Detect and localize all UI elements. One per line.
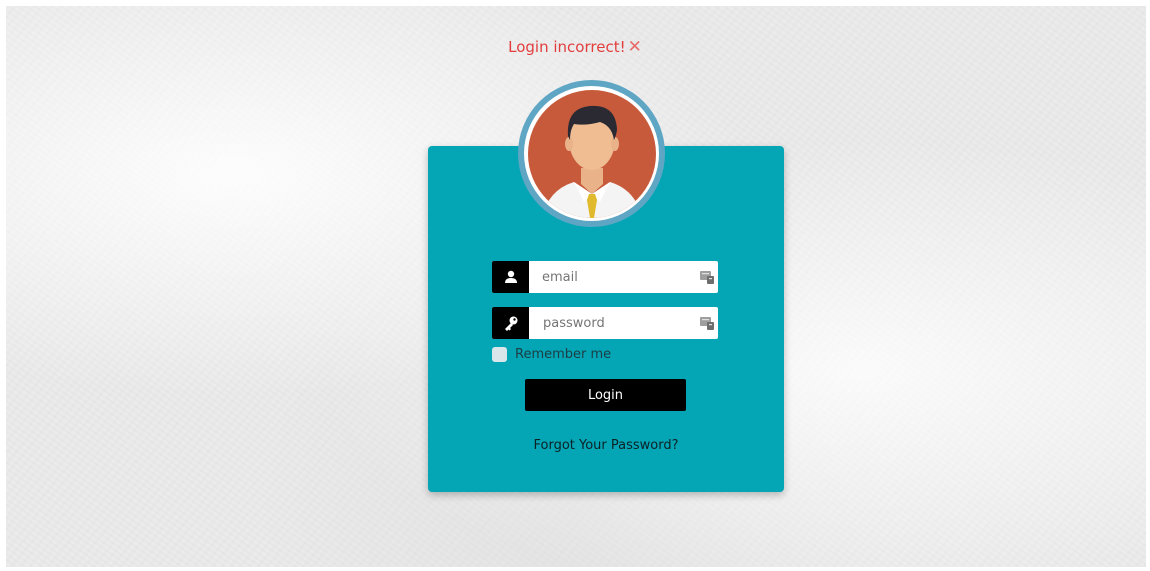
key-icon	[492, 307, 529, 339]
login-button[interactable]: Login	[525, 379, 686, 411]
login-error-alert: Login incorrect! ✕	[0, 38, 1150, 56]
email-field-group	[492, 261, 718, 293]
remember-me-label: Remember me	[515, 347, 612, 362]
avatar	[518, 80, 665, 227]
password-input[interactable]	[529, 307, 696, 339]
forgot-password-link[interactable]: Forgot Your Password?	[428, 438, 784, 453]
remember-me-checkbox[interactable]: Remember me	[492, 347, 611, 362]
user-icon	[492, 261, 529, 293]
checkbox[interactable]	[492, 347, 507, 362]
email-input[interactable]	[529, 261, 696, 293]
password-field-group	[492, 307, 718, 339]
autofill-icon[interactable]	[696, 307, 718, 339]
user-avatar-icon	[527, 89, 656, 218]
error-message: Login incorrect!	[508, 38, 626, 56]
close-icon[interactable]: ✕	[628, 38, 642, 56]
autofill-icon[interactable]	[696, 261, 718, 293]
